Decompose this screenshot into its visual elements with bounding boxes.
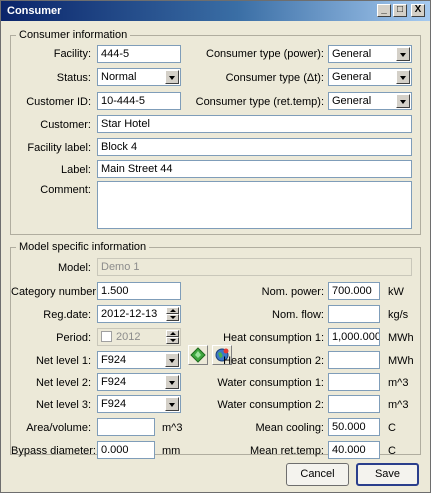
customer-label: Customer: bbox=[40, 119, 91, 131]
net-level-2-value: F924 bbox=[101, 376, 127, 388]
cancel-button[interactable]: Cancel bbox=[286, 463, 349, 486]
heat-consumption-1-unit: MWh bbox=[388, 332, 414, 344]
bypass-diameter-label: Bypass diameter: bbox=[11, 445, 96, 457]
consumer-type-ret-label: Consumer type (ret.temp): bbox=[195, 96, 324, 108]
chevron-down-icon[interactable] bbox=[396, 94, 410, 108]
net-level-1-label: Net level 1: bbox=[35, 355, 91, 367]
consumer-information-legend: Consumer information bbox=[19, 29, 128, 41]
net-level-1-select[interactable]: F924 bbox=[97, 351, 181, 369]
heat-consumption-2-unit: MWh bbox=[388, 355, 414, 367]
period-picker: 2012 bbox=[97, 328, 181, 346]
consumer-type-dt-value: General bbox=[332, 71, 372, 83]
comment-label: Comment: bbox=[40, 184, 91, 196]
chevron-down-icon[interactable] bbox=[396, 70, 410, 84]
water-consumption-1-label: Water consumption 1: bbox=[217, 377, 324, 389]
chevron-down-icon[interactable] bbox=[165, 70, 179, 84]
consumer-type-dt-label: Consumer type (Δt): bbox=[225, 72, 324, 84]
reg-date-value: 2012-12-13 bbox=[101, 308, 158, 320]
reg-date-picker[interactable]: 2012-12-13 bbox=[97, 305, 181, 323]
nom-power-unit: kW bbox=[388, 286, 404, 298]
consumer-type-power-label: Consumer type (power): bbox=[206, 48, 324, 60]
nom-power-label: Nom. power: bbox=[261, 286, 324, 298]
facility-label-label: Facility label: bbox=[27, 142, 91, 154]
minimize-button[interactable]: _ bbox=[377, 4, 391, 17]
net-level-2-label: Net level 2: bbox=[35, 377, 91, 389]
area-volume-unit: m^3 bbox=[162, 422, 183, 434]
heat-consumption-1-label: Heat consumption 1: bbox=[223, 332, 324, 344]
label-input[interactable]: Main Street 44 bbox=[97, 160, 412, 178]
category-number-input[interactable]: 1.500 bbox=[97, 282, 181, 300]
net-level-3-label: Net level 3: bbox=[35, 399, 91, 411]
water-consumption-1-input[interactable] bbox=[328, 373, 380, 391]
consumer-type-ret-value: General bbox=[332, 95, 372, 107]
close-button[interactable]: X bbox=[411, 4, 425, 17]
chevron-down-icon[interactable] bbox=[165, 397, 179, 411]
bypass-diameter-input[interactable]: 0.000 bbox=[97, 441, 155, 459]
area-volume-label: Area/volume: bbox=[26, 422, 91, 434]
spin-up-icon bbox=[166, 330, 179, 337]
status-select[interactable]: Normal bbox=[97, 68, 181, 86]
chevron-down-icon[interactable] bbox=[396, 47, 410, 61]
heat-consumption-2-label: Heat consumption 2: bbox=[223, 355, 324, 367]
customer-id-input[interactable]: 10-444-5 bbox=[97, 92, 181, 110]
heat-consumption-2-input[interactable] bbox=[328, 351, 380, 369]
period-spinner bbox=[166, 330, 179, 344]
water-consumption-2-label: Water consumption 2: bbox=[217, 399, 324, 411]
reg-date-spinner[interactable] bbox=[166, 307, 179, 321]
heat-consumption-1-input[interactable]: 1,000.000 bbox=[328, 328, 380, 346]
consumer-type-dt-select[interactable]: General bbox=[328, 68, 412, 86]
customer-id-label: Customer ID: bbox=[26, 96, 91, 108]
net-level-2-select[interactable]: F924 bbox=[97, 373, 181, 391]
consumer-dialog: Consumer _ □ X Consumer information Faci… bbox=[0, 0, 431, 493]
status-label: Status: bbox=[56, 72, 91, 84]
save-button[interactable]: Save bbox=[356, 463, 419, 486]
mean-ret-temp-unit: C bbox=[388, 445, 396, 457]
model-input: Demo 1 bbox=[97, 258, 412, 276]
chevron-down-icon[interactable] bbox=[165, 375, 179, 389]
period-label: Period: bbox=[56, 332, 91, 344]
period-value: 2012 bbox=[116, 331, 141, 343]
comment-textarea[interactable] bbox=[97, 181, 412, 229]
spin-down-icon bbox=[166, 337, 179, 344]
mean-ret-temp-label: Mean ret.temp: bbox=[250, 445, 324, 457]
model-specific-legend: Model specific information bbox=[19, 241, 147, 253]
net-level-3-value: F924 bbox=[101, 398, 127, 410]
facility-label-input[interactable]: Block 4 bbox=[97, 138, 412, 156]
nom-flow-label: Nom. flow: bbox=[272, 309, 324, 321]
customer-input[interactable]: Star Hotel bbox=[97, 115, 412, 133]
mean-ret-temp-input[interactable]: 40.000 bbox=[328, 441, 380, 459]
nom-flow-unit: kg/s bbox=[388, 309, 409, 321]
water-consumption-2-unit: m^3 bbox=[388, 399, 409, 411]
chevron-down-icon[interactable] bbox=[165, 353, 179, 367]
spin-up-icon[interactable] bbox=[166, 307, 179, 314]
consumer-type-power-select[interactable]: General bbox=[328, 45, 412, 63]
water-consumption-2-input[interactable] bbox=[328, 395, 380, 413]
consumer-type-power-value: General bbox=[332, 48, 372, 60]
facility-input[interactable]: 444-5 bbox=[97, 45, 181, 63]
reg-date-label: Reg.date: bbox=[43, 309, 91, 321]
spin-down-icon[interactable] bbox=[166, 314, 179, 321]
nom-power-input[interactable]: 700.000 bbox=[328, 282, 380, 300]
water-consumption-1-unit: m^3 bbox=[388, 377, 409, 389]
area-volume-input[interactable] bbox=[97, 418, 155, 436]
period-checkbox[interactable] bbox=[101, 331, 112, 342]
facility-label: Facility: bbox=[53, 48, 91, 60]
net-level-3-select[interactable]: F924 bbox=[97, 395, 181, 413]
window-title: Consumer bbox=[7, 5, 62, 17]
title-bar: Consumer _ □ X bbox=[1, 1, 430, 21]
nom-flow-input[interactable] bbox=[328, 305, 380, 323]
category-number-label: Category number: bbox=[11, 286, 100, 298]
mean-cooling-label: Mean cooling: bbox=[255, 422, 325, 434]
consumer-type-ret-select[interactable]: General bbox=[328, 92, 412, 110]
bypass-diameter-unit: mm bbox=[162, 445, 181, 457]
mean-cooling-input[interactable]: 50.000 bbox=[328, 418, 380, 436]
mean-cooling-unit: C bbox=[388, 422, 396, 434]
net-level-1-value: F924 bbox=[101, 354, 127, 366]
model-label: Model: bbox=[57, 262, 91, 274]
status-value: Normal bbox=[101, 71, 137, 83]
maximize-button[interactable]: □ bbox=[393, 4, 407, 17]
label-label: Label: bbox=[61, 164, 91, 176]
